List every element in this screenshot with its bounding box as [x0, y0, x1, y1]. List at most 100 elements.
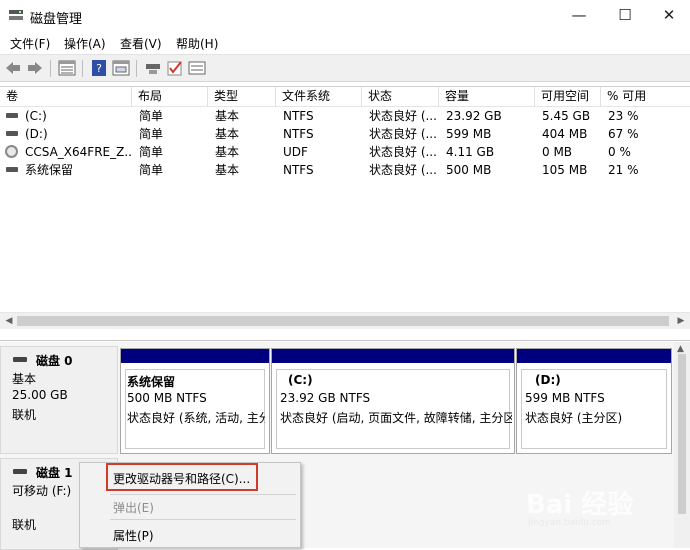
scroll-right-icon[interactable]: ▶	[676, 315, 686, 327]
window-title: 磁盘管理	[30, 12, 83, 27]
toolbar-separator	[82, 60, 83, 77]
disk-icon	[13, 357, 27, 362]
toolbar-separator	[50, 60, 51, 77]
column-header-filesystem[interactable]: 文件系统	[276, 87, 362, 107]
cd-icon	[5, 145, 18, 158]
volume-type: 基本	[215, 127, 240, 141]
menu-item-change-drive-letter[interactable]: 更改驱动器号和路径(C)...	[113, 470, 250, 487]
menu-view[interactable]: 查看(V)	[120, 35, 162, 52]
table-row[interactable]: 系统保留 简单 基本 NTFS 状态良好 (... 500 MB 105 MB …	[0, 161, 690, 179]
table-row[interactable]: (C:) 简单 基本 NTFS 状态良好 (... 23.92 GB 5.45 …	[0, 107, 690, 125]
minimize-button[interactable]: —	[556, 4, 602, 28]
table-row[interactable]: (D:) 简单 基本 NTFS 状态良好 (... 599 MB 404 MB …	[0, 125, 690, 143]
partition-bar	[517, 349, 671, 363]
menu-separator	[110, 494, 296, 495]
partition-d[interactable]: (D:) 599 MB NTFS 状态良好 (主分区)	[516, 348, 672, 454]
drive-icon	[6, 113, 18, 118]
partition-system-reserved[interactable]: 系统保留 500 MB NTFS 状态良好 (系统, 活动, 主分	[120, 348, 270, 454]
volume-type: 基本	[215, 163, 240, 177]
volume-type: 基本	[215, 145, 240, 159]
volume-layout: 简单	[139, 145, 164, 159]
check-icon[interactable]	[166, 60, 184, 76]
scroll-up-icon[interactable]: ▲	[677, 344, 684, 354]
menu-action[interactable]: 操作(A)	[64, 35, 106, 52]
scrollbar-thumb[interactable]	[17, 316, 669, 326]
disk-type: 基本	[12, 372, 37, 386]
scrollbar-thumb[interactable]	[678, 354, 686, 514]
volume-percent: 0 %	[608, 145, 631, 159]
column-header-type[interactable]: 类型	[208, 87, 276, 107]
pane-divider[interactable]	[0, 329, 690, 341]
back-icon[interactable]	[4, 60, 22, 76]
close-button[interactable]: ✕	[646, 4, 690, 28]
title-bar: 磁盘管理 — ☐ ✕	[0, 0, 690, 32]
svg-text:?: ?	[96, 62, 102, 75]
volume-capacity: 23.92 GB	[446, 109, 502, 123]
partition-c[interactable]: (C:) 23.92 GB NTFS 状态良好 (启动, 页面文件, 故障转储,…	[271, 348, 515, 454]
volume-free: 404 MB	[542, 127, 588, 141]
list-view-icon[interactable]	[58, 60, 76, 76]
watermark-logo: Bai 经验	[526, 490, 634, 520]
column-header-volume[interactable]: 卷	[0, 87, 132, 107]
context-menu: 更改驱动器号和路径(C)... 弹出(E) 属性(P)	[79, 462, 301, 548]
disk-icon	[13, 469, 27, 474]
watermark-url: jingyan.baidu.com	[528, 518, 612, 528]
toolbar: ?	[0, 54, 690, 82]
volume-layout: 简单	[139, 127, 164, 141]
partition-size: 599 MB NTFS	[525, 391, 605, 405]
partition-status: 状态良好 (主分区)	[525, 411, 623, 425]
drive-icon	[6, 131, 18, 136]
drive-icon	[6, 167, 18, 172]
volume-layout: 简单	[139, 163, 164, 177]
volume-filesystem: UDF	[283, 145, 308, 159]
partition-size: 23.92 GB NTFS	[280, 391, 371, 405]
volume-filesystem: NTFS	[283, 109, 314, 123]
disk-0-label[interactable]: 磁盘 0 基本 25.00 GB 联机	[0, 346, 118, 454]
connect-icon[interactable]	[144, 60, 162, 76]
volume-percent: 23 %	[608, 109, 639, 123]
toolbar-separator	[136, 60, 137, 77]
menu-item-properties[interactable]: 属性(P)	[113, 527, 154, 544]
column-header-capacity[interactable]: 容量	[439, 87, 535, 107]
column-header-percent-free[interactable]: % 可用	[601, 87, 690, 107]
disk-status: 联机	[12, 408, 37, 422]
volume-name: 系统保留	[25, 163, 74, 177]
vertical-scrollbar[interactable]: ▲	[674, 342, 690, 548]
volume-percent: 67 %	[608, 127, 639, 141]
partition-name: (D:)	[535, 373, 561, 387]
disk-size: 25.00 GB	[12, 388, 68, 402]
partition-name: 系统保留	[127, 375, 176, 389]
volume-layout: 简单	[139, 109, 164, 123]
volume-name: (C:)	[25, 109, 47, 123]
maximize-button[interactable]: ☐	[602, 4, 648, 28]
menu-file[interactable]: 文件(F)	[10, 35, 50, 52]
properties-icon[interactable]	[112, 60, 130, 76]
volume-filesystem: NTFS	[283, 163, 314, 177]
column-header-layout[interactable]: 布局	[132, 87, 208, 107]
disk-title: 磁盘 1	[36, 466, 73, 480]
menu-separator	[110, 519, 296, 520]
partition-name: (C:)	[288, 373, 313, 387]
help-icon[interactable]: ?	[90, 60, 108, 76]
scroll-left-icon[interactable]: ◀	[4, 315, 14, 327]
volume-status: 状态良好 (...	[369, 163, 437, 177]
disk-status: 联机	[12, 518, 37, 532]
forward-icon[interactable]	[26, 60, 44, 76]
volume-type: 基本	[215, 109, 240, 123]
partition-size: 500 MB NTFS	[127, 391, 207, 405]
partition-bar	[272, 349, 514, 363]
column-header-status[interactable]: 状态	[362, 87, 439, 107]
settings-icon[interactable]	[188, 60, 206, 76]
disk-title: 磁盘 0	[36, 354, 73, 368]
volume-name: (D:)	[25, 127, 48, 141]
table-row[interactable]: CCSA_X64FRE_Z... 简单 基本 UDF 状态良好 (... 4.1…	[0, 143, 690, 161]
horizontal-scrollbar[interactable]: ◀ ▶	[0, 312, 690, 329]
partition-bar	[121, 349, 269, 363]
volume-status: 状态良好 (...	[369, 145, 437, 159]
column-header-free-space[interactable]: 可用空间	[535, 87, 601, 107]
volume-status: 状态良好 (...	[369, 127, 437, 141]
disk-type: 可移动 (F:)	[12, 484, 72, 498]
volume-name: CCSA_X64FRE_Z...	[25, 145, 132, 159]
volume-percent: 21 %	[608, 163, 639, 177]
menu-help[interactable]: 帮助(H)	[176, 35, 218, 52]
